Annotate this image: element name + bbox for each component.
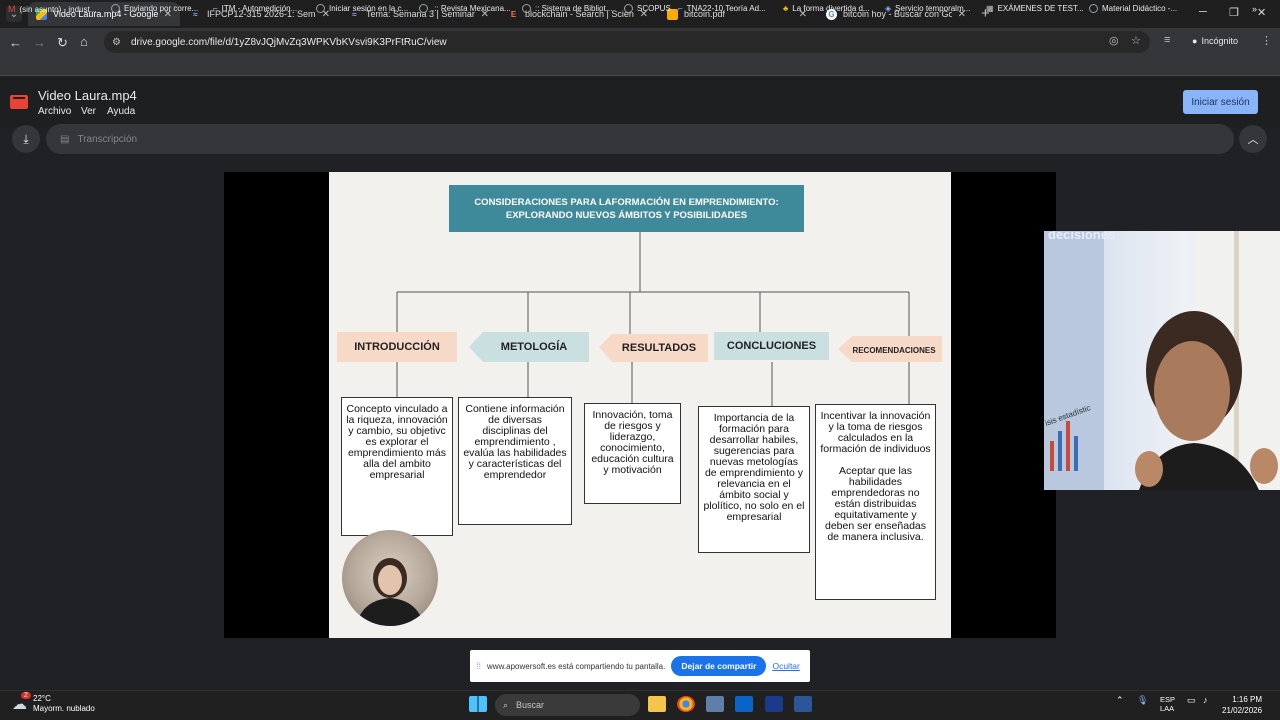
presenter-webcam-avatar [342, 530, 438, 626]
screen-share-bar: ⁞⁞ www.apowersoft.es está compartiendo t… [470, 650, 810, 682]
chrome-icon[interactable] [677, 696, 695, 712]
drag-handle-icon[interactable]: ⁞⁞ [476, 661, 481, 671]
tray-overflow-icon[interactable]: ⌃ [1116, 695, 1124, 706]
weather-temp: 22°C [33, 694, 51, 703]
windows-taskbar [0, 690, 1280, 720]
outlook-icon[interactable] [735, 696, 753, 712]
resultados-text: Innovación, toma de riesgos y liderazgo,… [591, 409, 674, 476]
cloud-icon: ☁ 2 [12, 692, 31, 713]
heading-recomendaciones: RECOMENDACIONES [852, 345, 936, 355]
word-icon[interactable] [794, 696, 812, 712]
metologia-text: Contiene información de diversas discipl… [463, 403, 567, 481]
intro-text: Concepto vinculado a la riqueza, innovac… [346, 403, 448, 481]
participant-video-frame [1044, 231, 1280, 490]
webcam-background-text: decisiones [1048, 231, 1116, 242]
recomendaciones-text-2: Aceptar que las habilidades emprendedora… [825, 465, 926, 543]
system-clock[interactable]: 1:16 PM 21/02/2026 [1222, 694, 1262, 716]
language-indicator[interactable]: ESP LAA [1160, 695, 1175, 713]
slide-title-line1: CONSIDERACIONES PARA LAFORMACIÓN EN EMPR… [474, 196, 779, 208]
file-explorer-icon[interactable] [648, 696, 666, 712]
clock-time: 1:16 PM [1232, 695, 1263, 704]
weather-badge: 2 [21, 692, 31, 699]
microphone-icon[interactable]: 🎙 [1137, 695, 1148, 706]
volume-icon[interactable]: ♪ [1203, 695, 1208, 705]
heading-concluciones: CONCLUCIONES [726, 340, 817, 352]
concluciones-text: Importancia de la formación para desarro… [703, 412, 805, 523]
clock-date: 21/02/2026 [1222, 706, 1263, 715]
presenter-silhouette [356, 558, 424, 626]
app-icon[interactable] [765, 696, 783, 712]
heading-introduccion: INTRODUCCIÓN [354, 341, 440, 353]
resultados-text-box: Innovación, toma de riesgos y liderazgo,… [584, 403, 681, 504]
recomendaciones-text-box: Incentivar la innovación y la toma de ri… [815, 404, 936, 600]
network-icon[interactable]: ▭ [1187, 695, 1196, 706]
concluciones-text-box: Importancia de la formación para desarro… [698, 406, 810, 553]
search-icon: ⌕ [503, 699, 509, 710]
lang-layout: LAA [1160, 704, 1175, 713]
share-message: www.apowersoft.es está compartiendo tu p… [487, 661, 666, 671]
taskbar-search[interactable]: ⌕ Buscar [495, 694, 640, 716]
heading-resultados: RESULTADOS [621, 342, 697, 354]
hide-link[interactable]: Ocultar [772, 661, 799, 671]
stop-sharing-button[interactable]: Dejar de compartir [671, 656, 767, 676]
slide-title-line2: EXPLORANDO NUEVOS ÁMBITOS Y POSIBILIDADE… [505, 209, 748, 221]
windows-start-icon[interactable] [469, 696, 487, 712]
intro-text-box: Concepto vinculado a la riqueza, innovac… [341, 397, 453, 536]
heading-metologia: METOLOGÍA [500, 341, 568, 353]
metologia-text-box: Contiene información de diversas discipl… [458, 397, 572, 525]
recomendaciones-text-1: Incentivar la innovación y la toma de ri… [820, 410, 931, 455]
weather-desc: Mayorm. nublado [33, 704, 95, 713]
photos-icon[interactable] [706, 696, 724, 712]
search-placeholder: Buscar [516, 700, 545, 710]
slide-title: CONSIDERACIONES PARA LAFORMACIÓN EN EMPR… [449, 185, 804, 232]
weather-widget[interactable]: ☁ 2 22°C Mayorm. nublado [12, 692, 95, 714]
participant-webcam: decisiones isis estadístic [1044, 231, 1280, 490]
lang-code: ESP [1160, 695, 1176, 704]
